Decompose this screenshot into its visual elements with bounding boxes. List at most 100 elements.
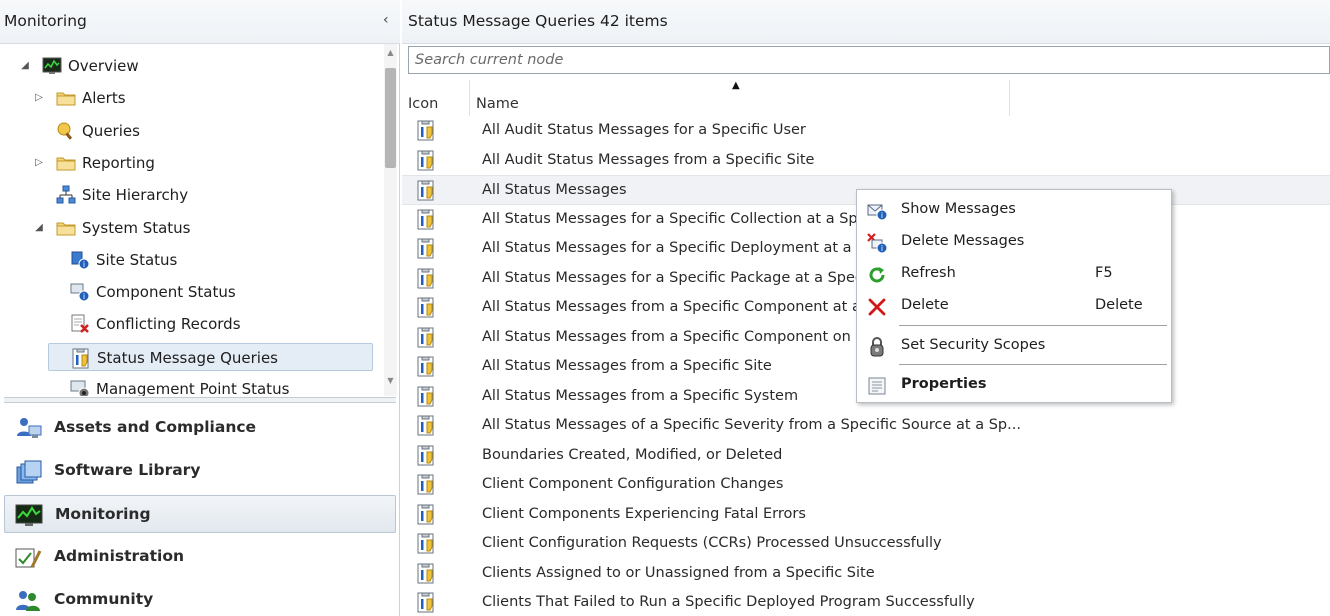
status-message-query-icon bbox=[416, 297, 436, 319]
menu-item-set-security-scopes[interactable]: Set Security Scopes bbox=[857, 330, 1171, 362]
tree-item-label: System Status bbox=[82, 218, 191, 237]
search-input[interactable] bbox=[408, 46, 1330, 74]
table-row[interactable]: Client Component Configuration Changes bbox=[402, 470, 1330, 500]
tree-item-label: Status Message Queries bbox=[97, 348, 278, 367]
collapse-pane-button[interactable]: ‹ bbox=[383, 12, 389, 28]
svg-text:i: i bbox=[881, 211, 883, 220]
svg-text:i: i bbox=[83, 260, 85, 269]
svg-text:i: i bbox=[83, 292, 85, 301]
column-header-empty[interactable] bbox=[1010, 80, 1330, 116]
workspace-label: Software Library bbox=[54, 461, 201, 479]
scroll-up-icon[interactable]: ▲ bbox=[385, 48, 396, 57]
delete-messages-icon: i bbox=[867, 233, 888, 254]
expanded-arrow-icon[interactable]: ◢ bbox=[19, 52, 31, 80]
tree-item-label: Reporting bbox=[82, 153, 155, 172]
tree-item-system-status[interactable]: ◢ System Status bbox=[0, 214, 384, 242]
menu-item-show-messages[interactable]: i Show Messages bbox=[857, 194, 1171, 226]
tree-item-queries[interactable]: Queries bbox=[0, 117, 384, 145]
collapsed-arrow-icon[interactable]: ▷ bbox=[33, 84, 45, 112]
tree-item-label: Queries bbox=[82, 121, 140, 140]
table-row[interactable]: Client Components Experiencing Fatal Err… bbox=[402, 500, 1330, 530]
scroll-down-icon[interactable]: ▼ bbox=[385, 376, 396, 385]
menu-separator bbox=[899, 325, 1167, 326]
scrollbar-thumb[interactable] bbox=[385, 68, 396, 168]
navigation-pane-header: Monitoring ‹ bbox=[0, 0, 400, 44]
tree-item-label: Site Status bbox=[96, 250, 178, 269]
tree-item-alerts[interactable]: ▷ Alerts bbox=[0, 84, 384, 112]
software-library-icon bbox=[14, 459, 42, 485]
table-row[interactable]: All Status Messages of a Specific Severi… bbox=[402, 411, 1330, 441]
tree-item-component-status[interactable]: i Component Status bbox=[0, 278, 384, 306]
tree-item-label: Component Status bbox=[96, 283, 236, 302]
query-name: All Status Messages from a Specific Syst… bbox=[482, 387, 799, 404]
collapsed-arrow-icon[interactable]: ▷ bbox=[33, 149, 45, 177]
tree-item-site-hierarchy[interactable]: Site Hierarchy bbox=[0, 181, 384, 209]
query-name: Client Component Configuration Changes bbox=[482, 476, 784, 492]
workspace-label: Assets and Compliance bbox=[54, 418, 257, 436]
status-message-query-icon bbox=[416, 356, 436, 378]
tree-scrollbar[interactable]: ▲ ▼ bbox=[384, 44, 397, 396]
tree-item-reporting[interactable]: ▷ Reporting bbox=[0, 149, 384, 177]
table-row[interactable]: All Audit Status Messages for a Specific… bbox=[402, 116, 1330, 146]
workspace-assets-and-compliance[interactable]: Assets and Compliance bbox=[4, 409, 396, 447]
status-message-query-icon bbox=[416, 180, 436, 202]
query-name: Client Configuration Requests (CCRs) Pro… bbox=[482, 535, 942, 551]
pane-splitter[interactable] bbox=[4, 397, 396, 403]
query-name: All Status Messages of a Specific Severi… bbox=[482, 417, 1021, 433]
table-row[interactable]: All Audit Status Messages from a Specifi… bbox=[402, 146, 1330, 176]
column-header-row: Icon Name ▲ bbox=[402, 80, 1330, 116]
query-name: All Status Messages from a Specific Comp… bbox=[482, 299, 861, 315]
tree-item-management-point-status[interactable]: Management Point Status bbox=[0, 375, 384, 396]
column-header-name[interactable]: Name bbox=[470, 80, 1010, 116]
menu-item-label: Refresh bbox=[901, 265, 956, 281]
table-row[interactable]: Clients Assigned to or Unassigned from a… bbox=[402, 559, 1330, 589]
tree-item-site-status[interactable]: i Site Status bbox=[0, 246, 384, 274]
expanded-arrow-icon[interactable]: ◢ bbox=[33, 214, 45, 242]
tree-item-label: Overview bbox=[68, 57, 139, 75]
navigation-pane: Monitoring ‹ ◢ Overview ▷ Alerts Queries ▷ Rep… bbox=[0, 0, 400, 616]
folder-icon bbox=[56, 218, 76, 238]
menu-item-delete[interactable]: Delete Delete bbox=[857, 290, 1171, 322]
status-message-query-icon bbox=[416, 327, 436, 349]
column-header-icon[interactable]: Icon bbox=[402, 80, 470, 116]
menu-item-properties[interactable]: Properties bbox=[857, 369, 1171, 401]
workspace-monitoring[interactable]: Monitoring bbox=[4, 495, 396, 533]
status-message-query-icon bbox=[416, 533, 436, 555]
menu-item-label: Set Security Scopes bbox=[901, 337, 1046, 353]
status-message-query-icon bbox=[416, 592, 436, 614]
workspace-label: Monitoring bbox=[55, 505, 151, 523]
status-message-query-icon bbox=[416, 150, 436, 172]
menu-item-refresh[interactable]: Refresh F5 bbox=[857, 258, 1171, 290]
folder-icon bbox=[56, 153, 76, 173]
monitoring-icon bbox=[15, 503, 43, 529]
security-scopes-icon bbox=[867, 337, 887, 357]
administration-icon bbox=[14, 545, 42, 571]
query-name: All Status Messages bbox=[482, 182, 627, 198]
overview-monitor-icon bbox=[42, 56, 62, 76]
navigation-tree: ◢ Overview ▷ Alerts Queries ▷ Reporting Site Hi… bbox=[0, 48, 384, 396]
workspace-software-library[interactable]: Software Library bbox=[4, 452, 396, 490]
folder-icon bbox=[56, 88, 76, 108]
query-name: All Status Messages from a Specific Comp… bbox=[482, 328, 865, 345]
workspace-community[interactable]: Community bbox=[4, 581, 396, 616]
query-name: Clients Assigned to or Unassigned from a… bbox=[482, 564, 875, 581]
context-menu: i Show Messages i Delete Messages Refresh… bbox=[856, 189, 1172, 403]
svg-text:i: i bbox=[881, 244, 883, 253]
table-row[interactable]: Clients That Failed to Run a Specific De… bbox=[402, 588, 1330, 616]
query-name: Boundaries Created, Modified, or Deleted bbox=[482, 446, 783, 463]
table-row[interactable]: Client Configuration Requests (CCRs) Pro… bbox=[402, 529, 1330, 559]
community-icon bbox=[14, 588, 42, 614]
tree-item-label: Management Point Status bbox=[96, 380, 290, 396]
table-row[interactable]: Boundaries Created, Modified, or Deleted bbox=[402, 441, 1330, 471]
status-message-query-icon bbox=[416, 415, 436, 437]
navigation-pane-title: Monitoring bbox=[4, 12, 87, 30]
tree-item-conflicting-records[interactable]: Conflicting Records bbox=[0, 310, 384, 338]
workspace-administration[interactable]: Administration bbox=[4, 538, 396, 576]
sort-ascending-icon: ▲ bbox=[732, 80, 740, 91]
menu-item-delete-messages[interactable]: i Delete Messages bbox=[857, 226, 1171, 258]
menu-item-label: Delete Messages bbox=[901, 233, 1025, 249]
tree-item-label: Site Hierarchy bbox=[82, 186, 189, 205]
tree-item-overview[interactable]: ◢ Overview bbox=[0, 52, 384, 80]
tree-item-status-message-queries[interactable]: Status Message Queries bbox=[48, 342, 373, 371]
column-header-icon-label: Icon bbox=[408, 96, 439, 112]
